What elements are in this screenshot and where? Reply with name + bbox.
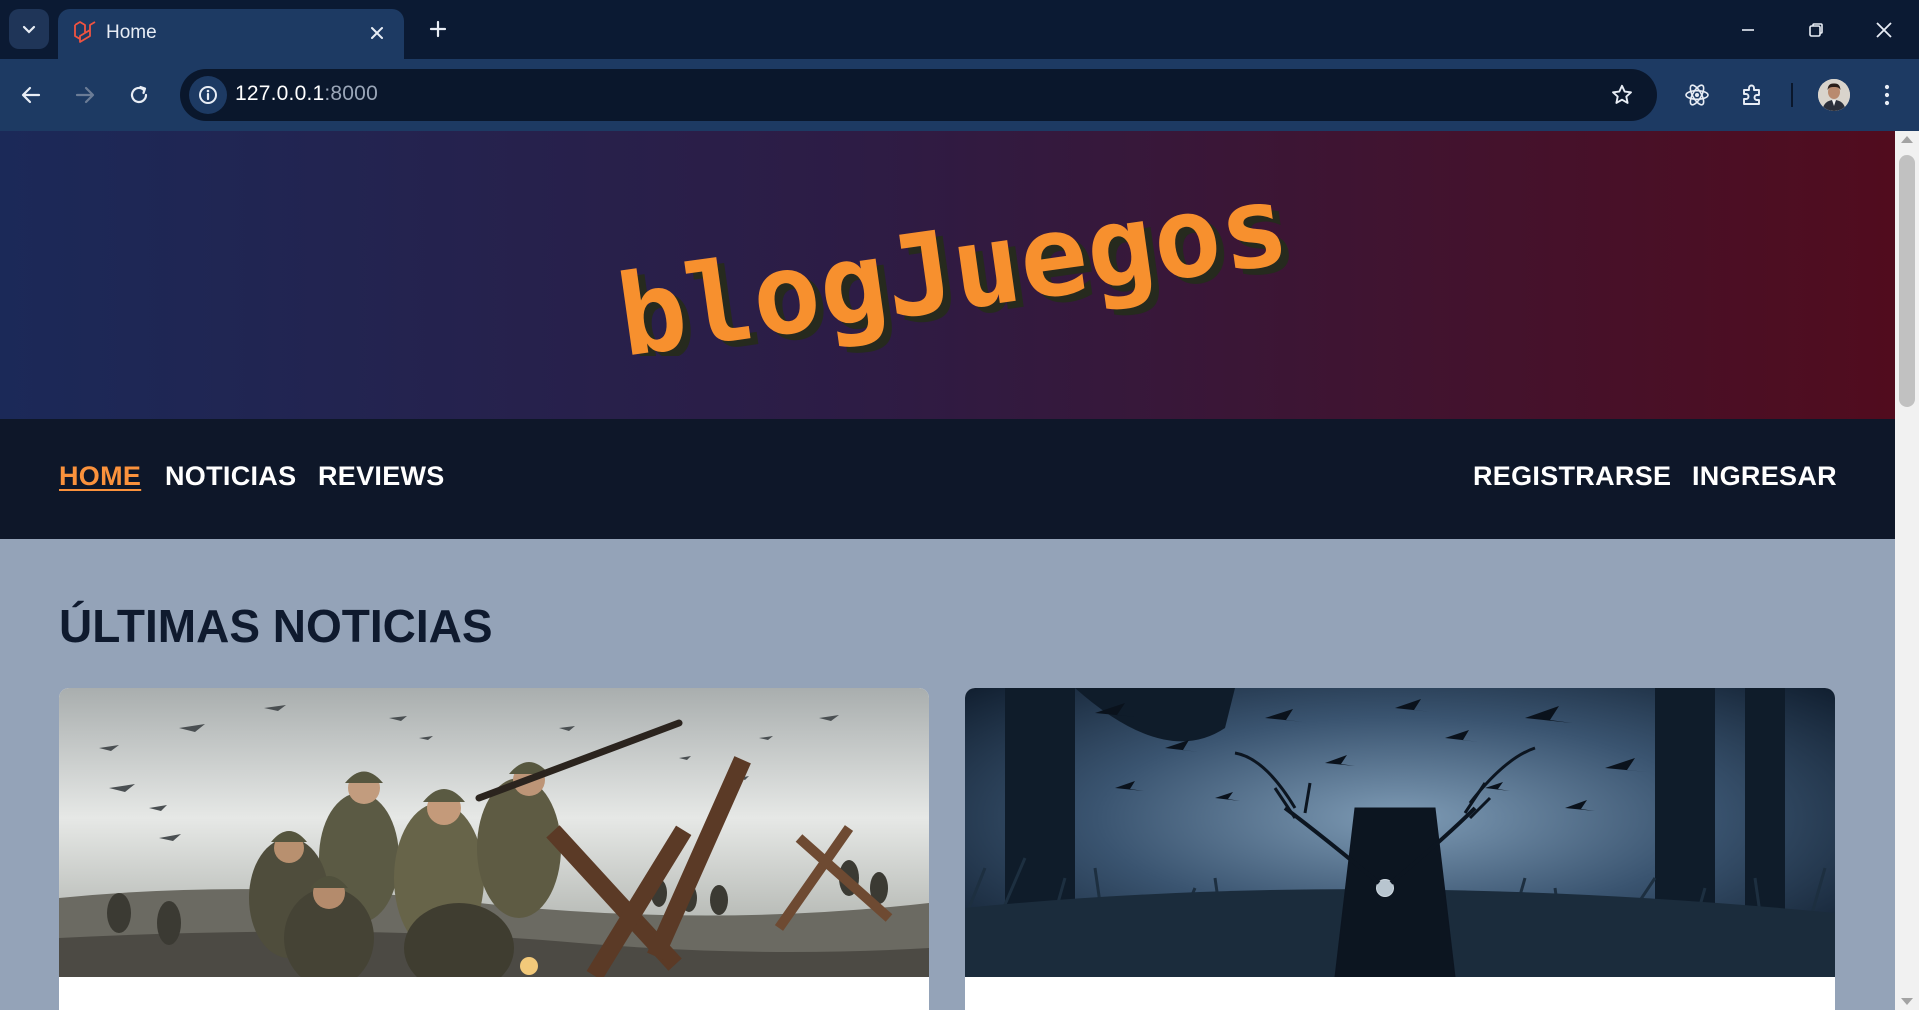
browser-menu-button[interactable] bbox=[1869, 77, 1905, 113]
site-nav: HOME NOTICIAS REVIEWS REGISTRARSE INGRES… bbox=[0, 419, 1895, 539]
section-title: ÚLTIMAS NOTICIAS bbox=[59, 600, 493, 652]
back-button[interactable] bbox=[12, 76, 50, 114]
site-header-banner: blogJuegos blogJuegos bbox=[0, 131, 1895, 419]
page-scrollbar[interactable] bbox=[1895, 131, 1919, 1010]
kebab-menu-icon bbox=[1884, 84, 1890, 106]
scrollbar-thumb[interactable] bbox=[1899, 155, 1915, 407]
nav-registrarse-link[interactable]: REGISTRARSE bbox=[1473, 461, 1671, 492]
soldiers-beach-image bbox=[59, 688, 929, 977]
minimize-button[interactable] bbox=[1726, 8, 1770, 52]
person-icon bbox=[1818, 79, 1850, 111]
tab-search-button[interactable] bbox=[9, 9, 49, 49]
close-icon bbox=[1876, 22, 1892, 38]
nav-noticias-link[interactable]: NOTICIAS bbox=[165, 461, 296, 492]
minimize-icon bbox=[1742, 29, 1754, 31]
bookmark-button[interactable] bbox=[1607, 80, 1637, 110]
toolbar-divider bbox=[1791, 83, 1793, 107]
close-window-button[interactable] bbox=[1862, 8, 1906, 52]
star-icon bbox=[1612, 84, 1632, 104]
url-host: 127.0.0.1 bbox=[235, 82, 325, 105]
restore-icon bbox=[1809, 23, 1823, 37]
info-icon bbox=[199, 86, 217, 104]
scroll-up-arrow-icon[interactable] bbox=[1901, 136, 1913, 143]
close-icon bbox=[371, 27, 383, 39]
profile-avatar[interactable] bbox=[1818, 79, 1850, 111]
reload-icon bbox=[130, 85, 148, 104]
browser-tab-strip: Home bbox=[0, 0, 1919, 59]
browser-tab-home[interactable]: Home bbox=[58, 9, 404, 59]
site-info-button[interactable] bbox=[189, 76, 227, 114]
plus-icon bbox=[429, 20, 447, 38]
forest-creature-image bbox=[965, 688, 1835, 977]
url-port: :8000 bbox=[324, 82, 378, 105]
news-card-image[interactable] bbox=[965, 688, 1835, 977]
puzzle-icon bbox=[1743, 84, 1760, 105]
nav-home-link[interactable]: HOME bbox=[59, 461, 141, 492]
address-bar[interactable]: 127.0.0.1:8000 bbox=[180, 69, 1657, 121]
url-text[interactable]: 127.0.0.1:8000 bbox=[235, 82, 378, 106]
chevron-down-icon bbox=[22, 25, 36, 34]
arrow-right-icon bbox=[75, 86, 95, 104]
reload-button[interactable] bbox=[120, 76, 158, 114]
nav-reviews-link[interactable]: REVIEWS bbox=[318, 461, 445, 492]
scroll-down-arrow-icon[interactable] bbox=[1901, 998, 1913, 1005]
news-card[interactable] bbox=[965, 688, 1835, 1010]
nav-ingresar-link[interactable]: INGRESAR bbox=[1692, 461, 1837, 492]
laravel-icon bbox=[74, 21, 96, 43]
news-card[interactable] bbox=[59, 688, 929, 1010]
restore-button[interactable] bbox=[1794, 8, 1838, 52]
react-devtools-button[interactable] bbox=[1679, 77, 1715, 113]
new-tab-button[interactable] bbox=[423, 14, 453, 44]
browser-toolbar: 127.0.0.1:8000 bbox=[0, 59, 1919, 131]
site-logo[interactable]: blogJuegos blogJuegos bbox=[565, 186, 1345, 356]
page-viewport: blogJuegos blogJuegos HOME NOTICIAS REVI… bbox=[0, 131, 1895, 1010]
forward-button[interactable] bbox=[66, 76, 104, 114]
react-icon bbox=[1685, 84, 1709, 106]
tab-close-button[interactable] bbox=[364, 20, 390, 46]
news-card-image[interactable] bbox=[59, 688, 929, 977]
arrow-left-icon bbox=[21, 86, 41, 104]
logo-text: blogJuegos bbox=[610, 186, 1296, 356]
extensions-button[interactable] bbox=[1734, 77, 1770, 113]
tab-title: Home bbox=[106, 22, 157, 43]
